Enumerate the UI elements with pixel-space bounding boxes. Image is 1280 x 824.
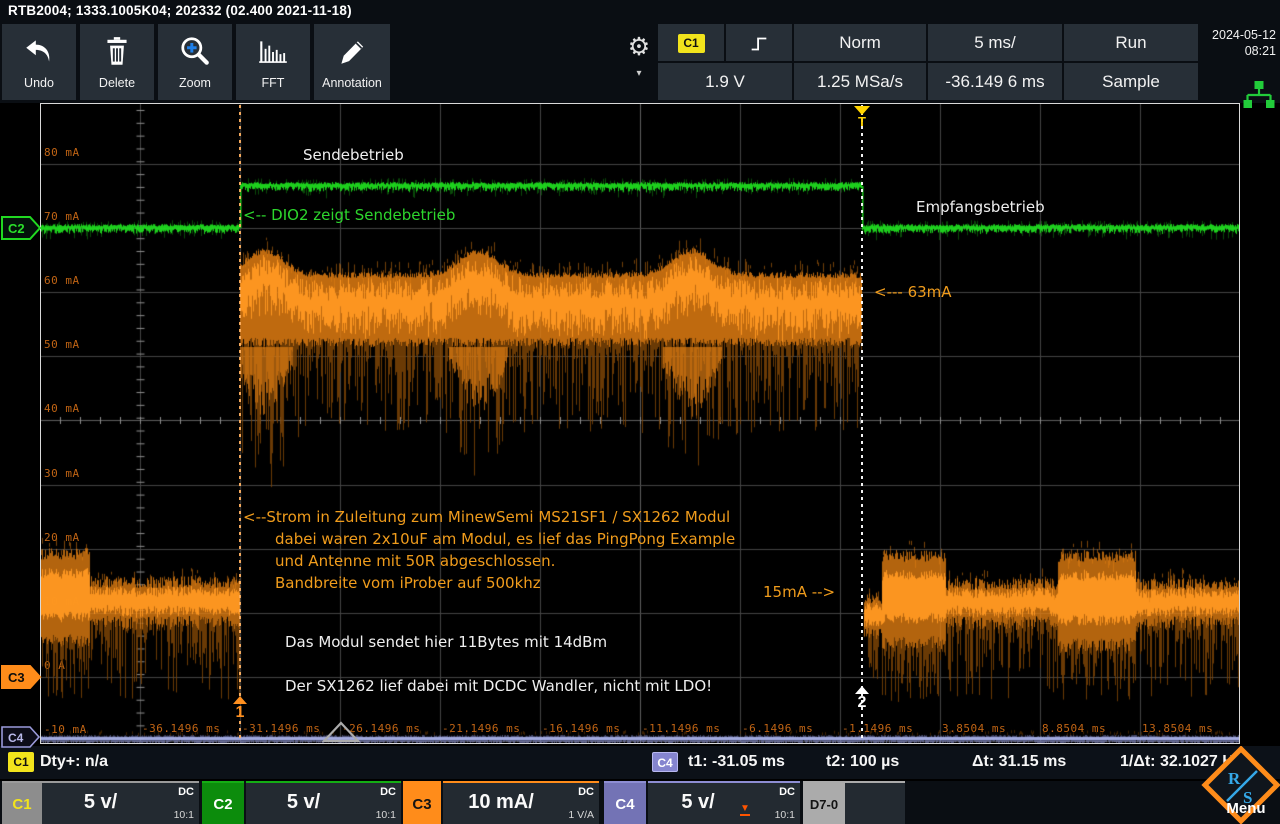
time-label: 08:21 (1200, 43, 1276, 59)
device-title: RTB2004; 1333.1005K04; 202332 (02.400 20… (0, 0, 1280, 22)
settings-gear-button[interactable]: ⚙ ▾ (620, 24, 658, 100)
spectrum-icon (236, 24, 310, 76)
trash-icon (80, 24, 154, 76)
channel-c4-tab[interactable]: C4 (604, 781, 646, 824)
measurement-source-badge: C1 (8, 752, 34, 772)
svg-text:C4: C4 (8, 731, 24, 745)
svg-text:R: R (1228, 769, 1241, 788)
time-reference-marker (321, 720, 361, 744)
lan-status-icon (1243, 80, 1275, 115)
annotation-strom-line3: und Antenne mit 50R abgeschlossen. (275, 552, 555, 570)
datetime-display: 2024-05-12 08:21 (1200, 24, 1276, 59)
trigger-level-cell[interactable]: 1.9 V (658, 63, 792, 100)
sample-rate-cell[interactable]: 1.25 MSa/s (794, 63, 926, 100)
trigger-level-icon: ▼ (740, 804, 750, 816)
title-bar: RTB2004; 1333.1005K04; 202332 (02.400 20… (0, 0, 1280, 22)
annotation-11bytes: Das Modul sendet hier 11Bytes mit 14dBm (285, 633, 607, 651)
gear-icon: ⚙ (620, 24, 658, 70)
zoom-button[interactable]: Zoom (158, 24, 232, 100)
c4-channel-marker[interactable]: C4 (1, 726, 43, 748)
digital-d7-0-tab[interactable]: D7-0 (803, 781, 845, 824)
annotation-strom-line1: <--Strom in Zuleitung zum MinewSemi MS21… (243, 508, 730, 526)
trigger-source-cell[interactable]: C1 (658, 24, 724, 61)
horizontal-position-cell[interactable]: -36.149 6 ms (928, 63, 1062, 100)
annotation-button[interactable]: Annotation (314, 24, 390, 100)
trigger-slope-cell[interactable] (726, 24, 792, 61)
fft-button[interactable]: FFT (236, 24, 310, 100)
rising-edge-icon (748, 33, 770, 55)
cursor2-triangle-icon (855, 686, 869, 694)
waveform-display: 80 mA70 mA60 mA50 mA40 mA30 mA20 mA10 mA… (40, 103, 1240, 744)
annotation-63ma: <--- 63mA (874, 283, 952, 301)
annotation-dcdc: Der SX1262 lief dabei mit DCDC Wandler, … (285, 677, 712, 695)
c2-channel-marker[interactable]: C2 (1, 216, 43, 240)
acquisition-state-cell[interactable]: Run (1064, 24, 1198, 61)
annotation-empfangsbetrieb: Empfangsbetrieb (916, 198, 1045, 216)
undo-button[interactable]: Undo (2, 24, 76, 100)
oscilloscope-screen: RTB2004; 1333.1005K04; 202332 (02.400 20… (0, 0, 1280, 824)
pencil-icon (314, 24, 390, 76)
annotation-sendebetrieb: Sendebetrieb (303, 146, 404, 164)
results-bar: C1 Dty+: n/a C4 t1: -31.05 ms t2: 100 µs… (0, 746, 1280, 779)
trigger-position-marker[interactable]: T (854, 106, 870, 128)
channel-c1-settings[interactable]: 5 v/ DC 10:1 (42, 781, 199, 824)
measurement-result: Dty+: n/a (40, 753, 108, 771)
magnifier-plus-icon (158, 24, 232, 76)
cursor2-line[interactable] (861, 105, 863, 742)
channel-c4-settings[interactable]: 5 v/ ▼ DC 10:1 (648, 781, 800, 824)
cursor1-triangle-icon (233, 696, 247, 704)
channel-c3-settings[interactable]: 10 mA/ DC 1 V/A (443, 781, 599, 824)
channel-bar: C1 5 v/ DC 10:1 C2 5 v/ DC 10:1 C3 10 mA… (0, 781, 1280, 824)
toolbar: Undo Delete Zoom FFT Annotation (0, 22, 1280, 103)
annotation-strom-line2: dabei waren 2x10uF am Modul, es lief das… (275, 530, 735, 548)
trigger-source-badge: C1 (678, 34, 705, 53)
svg-text:C2: C2 (8, 221, 25, 236)
annotation-15ma: 15mA --> (763, 583, 835, 601)
annotation-dio2: <-- DIO2 zeigt Sendebetrieb (243, 206, 455, 224)
cursor1-marker[interactable]: 1 (232, 696, 248, 722)
cursor1-line[interactable] (239, 105, 241, 742)
channel-c1-tab[interactable]: C1 (2, 781, 42, 824)
channel-c2-settings[interactable]: 5 v/ DC 10:1 (246, 781, 401, 824)
annotation-layer: T 1 2 Sendebetrieb <-- DIO2 zeigt Sendebe… (41, 104, 1239, 743)
delete-button[interactable]: Delete (80, 24, 154, 100)
svg-text:C3: C3 (8, 670, 25, 685)
timebase-cell[interactable]: 5 ms/ (928, 24, 1062, 61)
channel-c3-tab[interactable]: C3 (403, 781, 441, 824)
undo-icon (2, 24, 76, 76)
chevron-down-icon: ▾ (620, 70, 658, 78)
menu-button[interactable]: Menu (1218, 800, 1274, 817)
trigger-mode-cell[interactable]: Norm (794, 24, 926, 61)
acquisition-mode-cell[interactable]: Sample (1064, 63, 1198, 100)
cursor-t2-value: t2: 100 µs (826, 753, 899, 771)
cursor-dt-value: Δt: 31.15 ms (972, 753, 1066, 771)
annotation-strom-line4: Bandbreite vom iProber auf 500khz (275, 574, 541, 592)
cursor2-marker[interactable]: 2 (854, 686, 870, 712)
channel-c2-tab[interactable]: C2 (202, 781, 244, 824)
c3-channel-marker[interactable]: C3 (1, 665, 43, 689)
cursor-source-badge: C4 (652, 752, 678, 772)
digital-d7-0-settings[interactable] (845, 781, 905, 824)
cursor-t1-value: t1: -31.05 ms (688, 753, 785, 771)
date-label: 2024-05-12 (1200, 27, 1276, 43)
